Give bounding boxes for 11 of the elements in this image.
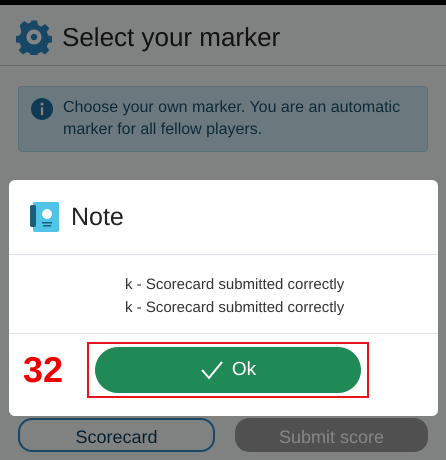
dialog-title: Note <box>71 202 124 232</box>
status-message: k - Scorecard submitted correctly <box>125 275 344 295</box>
ok-button[interactable]: Ok <box>95 347 361 393</box>
gear-icon <box>16 19 52 55</box>
info-icon <box>31 98 53 120</box>
page-title: Select your marker <box>62 22 280 52</box>
scorecard-button[interactable]: Scorecard <box>18 418 215 452</box>
status-message: k - Scorecard submitted correctly <box>125 298 344 318</box>
info-text: Choose your own marker. You are an automatic marker for all fellow players. <box>63 98 402 140</box>
annotation-label: 32 <box>23 349 64 391</box>
checkmark-icon <box>200 360 224 380</box>
